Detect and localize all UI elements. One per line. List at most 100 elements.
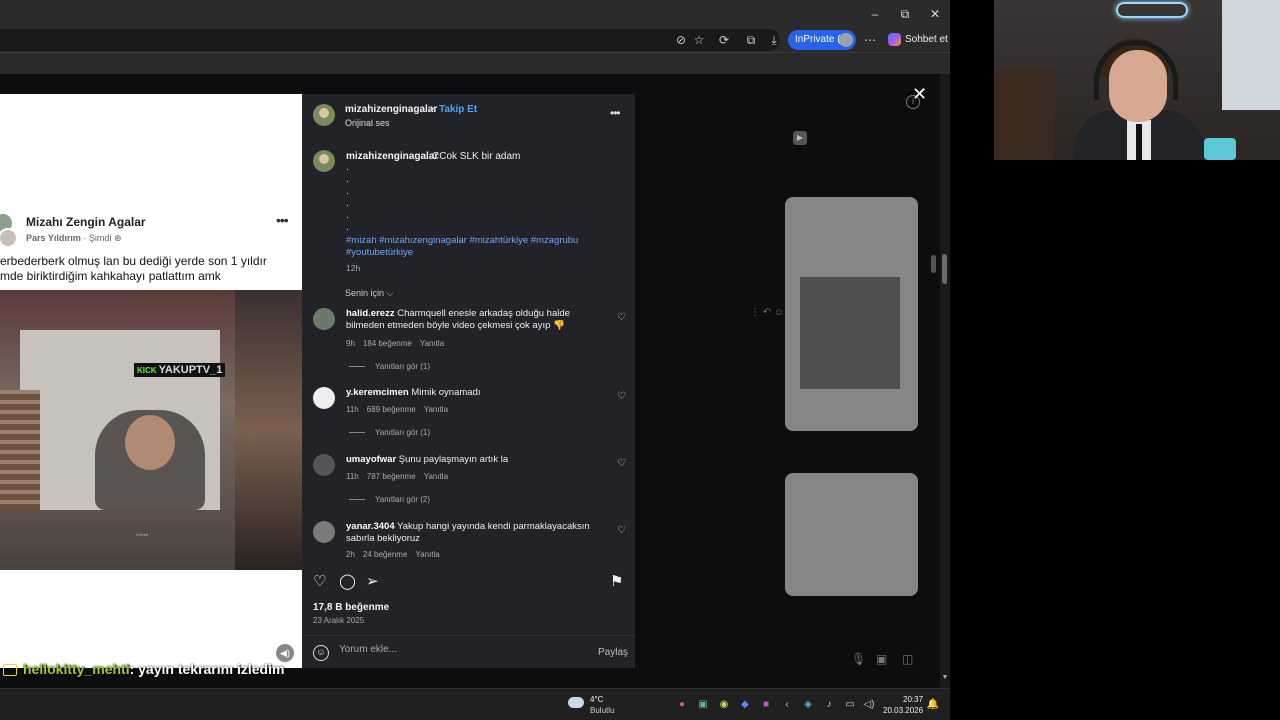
comment-heart-icon[interactable]: ♡ (617, 312, 626, 323)
post-author-avatar[interactable] (313, 104, 335, 126)
emoji-icon[interactable]: ☺ (313, 645, 329, 661)
reply-button[interactable]: Yanıtla (424, 405, 448, 414)
comment-username[interactable]: yanar.3404 (346, 521, 395, 532)
share-send-icon[interactable]: ➢ (366, 572, 379, 590)
close-modal-icon[interactable]: ✕ (912, 84, 927, 105)
headset (1094, 40, 1178, 100)
address-bar[interactable] (0, 29, 780, 51)
comment-input[interactable] (339, 644, 579, 655)
comment-avatar[interactable] (313, 454, 335, 476)
bookmarks-bar (0, 52, 950, 74)
kick-badge: KICK (137, 366, 157, 375)
view-replies-button[interactable]: Yanıtları gör (1) (349, 362, 430, 371)
mute-button[interactable]: ◀) (276, 644, 294, 662)
favorite-star-icon[interactable]: ☆ (691, 32, 707, 48)
caption-avatar[interactable] (313, 150, 335, 172)
view-replies-button[interactable]: Yanıtları gör (2) (349, 495, 430, 504)
side-figure (235, 290, 302, 570)
maximize-button[interactable]: ⧉ (890, 4, 920, 24)
microphone-icon[interactable]: 🎙 (851, 652, 866, 666)
tracking-prevention-icon[interactable]: ⊘ (673, 32, 689, 48)
show-hidden-icons-chevron-icon[interactable]: ‹ (780, 698, 794, 712)
app-tray-icon[interactable]: ◉ (717, 698, 731, 712)
dm-shared-post-card[interactable] (785, 197, 918, 431)
comment-avatar[interactable] (313, 521, 335, 543)
app-tray-icon[interactable]: ◆ (738, 698, 752, 712)
like-heart-icon[interactable]: ♡ (313, 572, 326, 590)
comment-meta: 11h 689 beğenme Yanıtla (346, 405, 456, 414)
reply-button[interactable]: Yanıtla (415, 550, 439, 559)
comment-heart-icon[interactable]: ♡ (617, 458, 626, 469)
comment-avatar[interactable] (313, 387, 335, 409)
caption-username[interactable]: mizahizenginagalar (346, 151, 438, 162)
page-scrollbar[interactable] (940, 74, 950, 688)
caption-dot: . (346, 162, 349, 173)
weather-temperature[interactable]: 4°C (590, 695, 603, 704)
app-tray-icon[interactable]: ◈ (801, 698, 815, 712)
clock-date[interactable]: 20.03.2026 (883, 706, 923, 715)
volume-icon[interactable]: ◁) (862, 698, 876, 712)
dm-shared-post-card-2[interactable] (785, 473, 918, 596)
download-icon[interactable]: ⤓ (766, 32, 782, 48)
reply-button[interactable]: Yanıtla (424, 472, 448, 481)
dm-post-thumbnail (800, 277, 900, 389)
image-icon[interactable]: ▣ (876, 652, 887, 666)
follow-button[interactable]: Takip Et (439, 104, 477, 115)
save-bookmark-icon[interactable]: ⚑ (610, 572, 623, 590)
post-likes-count[interactable]: 17,8 B beğenme (313, 602, 389, 613)
comment-likes[interactable]: 787 beğenme (367, 472, 416, 481)
reel-video[interactable]: Mizahı Zengin Agalar Pars Yıldırım · Şim… (0, 94, 302, 668)
close-window-button[interactable]: ✕ (920, 4, 950, 24)
post-username[interactable]: mizahizenginagalar (345, 104, 437, 115)
scrollbar-thumb[interactable] (942, 254, 947, 284)
audio-label[interactable]: Orijinal ses (345, 118, 390, 128)
scroll-down-arrow-icon[interactable]: ▼ (940, 674, 950, 686)
comment-username[interactable]: y.keremcimen (346, 387, 409, 398)
video-post-author: Mizahı Zengin Agalar (26, 215, 146, 229)
comment-text: Mimik oynamadı (411, 387, 481, 398)
app-tray-icon[interactable]: ● (675, 698, 689, 712)
more-menu-icon[interactable]: ⋯ (862, 32, 878, 48)
comment-likes[interactable]: 184 beğenme (363, 339, 412, 348)
caption-hashtags[interactable]: #mizah #mizahızenginagalar #mizahtürkiye… (346, 235, 596, 259)
minimize-button[interactable]: – (860, 4, 890, 24)
collections-icon[interactable]: ⧉ (743, 32, 759, 48)
comment-heart-icon[interactable]: ♡ (617, 525, 626, 536)
extensions-icon[interactable]: ⟳ (716, 32, 732, 48)
room-window (1222, 0, 1280, 110)
cloud-icon[interactable] (568, 697, 584, 708)
reply-button[interactable]: Yanıtla (420, 339, 444, 348)
view-replies-label: Yanıtları gör (1) (375, 362, 430, 371)
app-tray-icon[interactable]: ■ (759, 698, 773, 712)
microphone-icon[interactable]: ♪ (822, 698, 836, 712)
comment-icon[interactable]: ◯ (339, 572, 356, 590)
more-options-icon: ••• (276, 212, 289, 228)
video-watermark: ▪▪▪▪▪ (136, 532, 149, 539)
display-icon[interactable]: ▭ (843, 698, 857, 712)
comment-sort-dropdown[interactable]: Senin için ⌵ (345, 288, 393, 299)
inprivate-button[interactable]: InPrivate (3) (788, 30, 856, 50)
comment-username[interactable]: umayofwar (346, 454, 396, 465)
app-tray-icon[interactable]: ▣ (696, 698, 710, 712)
comment-likes[interactable]: 24 beğenme (363, 550, 407, 559)
comment-body: umayofwar Şunu paylaşmayın artık la (346, 454, 608, 466)
neon-sign (1116, 2, 1188, 18)
clock-time[interactable]: 20:37 (903, 695, 923, 704)
post-comment-button[interactable]: Paylaş (598, 647, 628, 658)
comment-body: halid.erezz Charmquell enesle arkadaş ol… (346, 308, 608, 332)
video-frame: KICK YAKUPTV_1 ▪▪▪▪▪ (0, 290, 302, 570)
post-options-icon[interactable]: ••• (610, 106, 621, 120)
weather-description[interactable]: Bulutlu (590, 706, 614, 715)
copilot-chat-button[interactable]: Sohbet et (888, 31, 948, 49)
comment-heart-icon[interactable]: ♡ (617, 391, 626, 402)
toolbar: ⊘ ☆ ⟳ ⧉ ⤓ InPrivate (3) ⋯ Sohbet et (0, 28, 950, 52)
view-replies-button[interactable]: Yanıtları gör (1) (349, 428, 430, 437)
stream-tag-text: YAKUPTV_1 (158, 364, 223, 376)
sticker-icon[interactable]: ◫ (902, 652, 913, 666)
comment-username[interactable]: halid.erezz (346, 308, 395, 319)
comment-likes[interactable]: 689 beğenme (367, 405, 416, 414)
comment-avatar[interactable] (313, 308, 335, 330)
notification-bell-icon[interactable]: 🔔 (926, 698, 940, 712)
dm-scrollbar[interactable] (931, 255, 936, 273)
reply-react-icons[interactable]: ⋮ ↶ ☺ (750, 307, 784, 318)
